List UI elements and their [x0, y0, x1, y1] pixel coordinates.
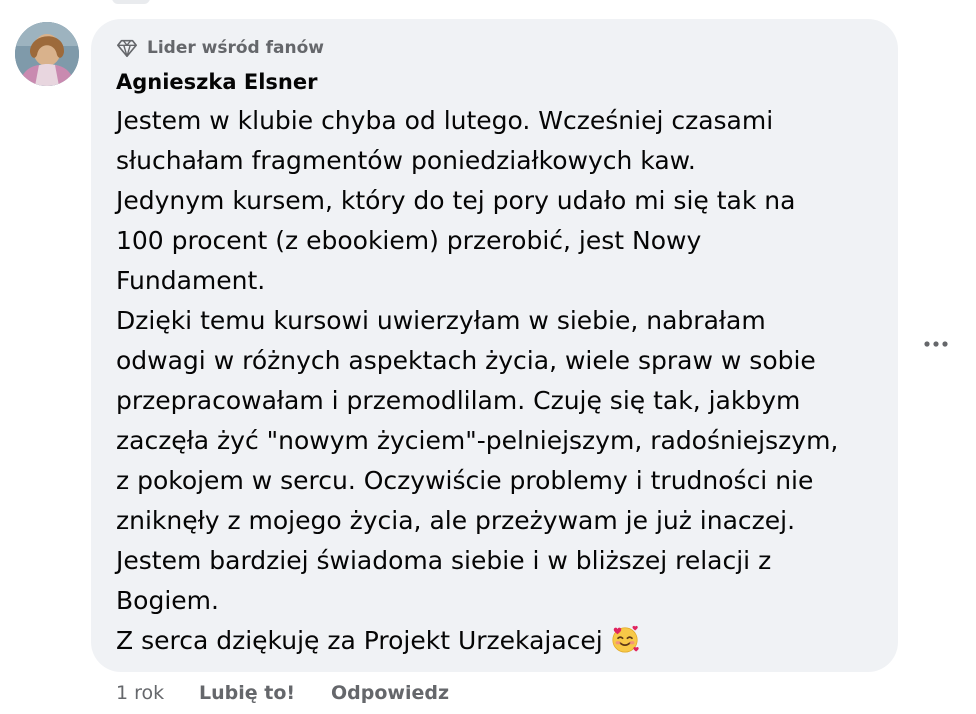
- comment-line: z pokojem w sercu. Oczywiście problemy i…: [116, 466, 814, 495]
- comment-line: Jestem w klubie chyba od lutego. Wcześni…: [116, 106, 774, 135]
- smiling-face-with-hearts-icon: [612, 625, 639, 653]
- comment-line: słuchałam fragmentów poniedziałkowych ka…: [116, 146, 696, 175]
- comment-text: Jestem w klubie chyba od lutego. Wcześni…: [116, 101, 886, 661]
- comment-line: odwagi w różnych aspektach życia, wiele …: [116, 346, 816, 375]
- comment-timestamp[interactable]: 1 rok: [116, 680, 164, 706]
- diamond-icon: [117, 39, 137, 58]
- previous-comment-edge: [112, 0, 150, 4]
- comment-line: 100 procent (z ebookiem) przerobić, jest…: [116, 226, 702, 255]
- comment-line: Dzięki temu kursowi uwierzyłam w siebie,…: [116, 306, 766, 335]
- fan-badge: Lider wśród fanów: [116, 36, 324, 60]
- author-name[interactable]: Agnieszka Elsner: [116, 70, 317, 94]
- like-button[interactable]: Lubię to!: [199, 680, 295, 706]
- comment-line: Bogiem.: [116, 586, 219, 615]
- comment-line: Jedynym kursem, który do tej pory udało …: [116, 186, 796, 215]
- more-options-icon[interactable]: [923, 334, 949, 354]
- reply-button[interactable]: Odpowiedz: [331, 680, 449, 706]
- badge-label: Lider wśród fanów: [147, 38, 324, 58]
- comment-line: Jestem bardziej świadoma siebie i w bliż…: [116, 546, 772, 575]
- avatar[interactable]: [15, 22, 79, 86]
- comment-last-line: Z serca dziękuję za Projekt Urzekajacej: [116, 621, 886, 661]
- comment-line: zaczęła żyć "nowym życiem"-pelniejszym, …: [116, 426, 839, 455]
- comment-line: Fundament.: [116, 266, 266, 295]
- comment-line: Z serca dziękuję za Projekt Urzekajacej: [116, 626, 603, 655]
- comment-line: przepracowałam i przemodlilam. Czuję się…: [116, 386, 801, 415]
- comment-line: zniknęły z mojego życia, ale przeżywam j…: [116, 506, 796, 535]
